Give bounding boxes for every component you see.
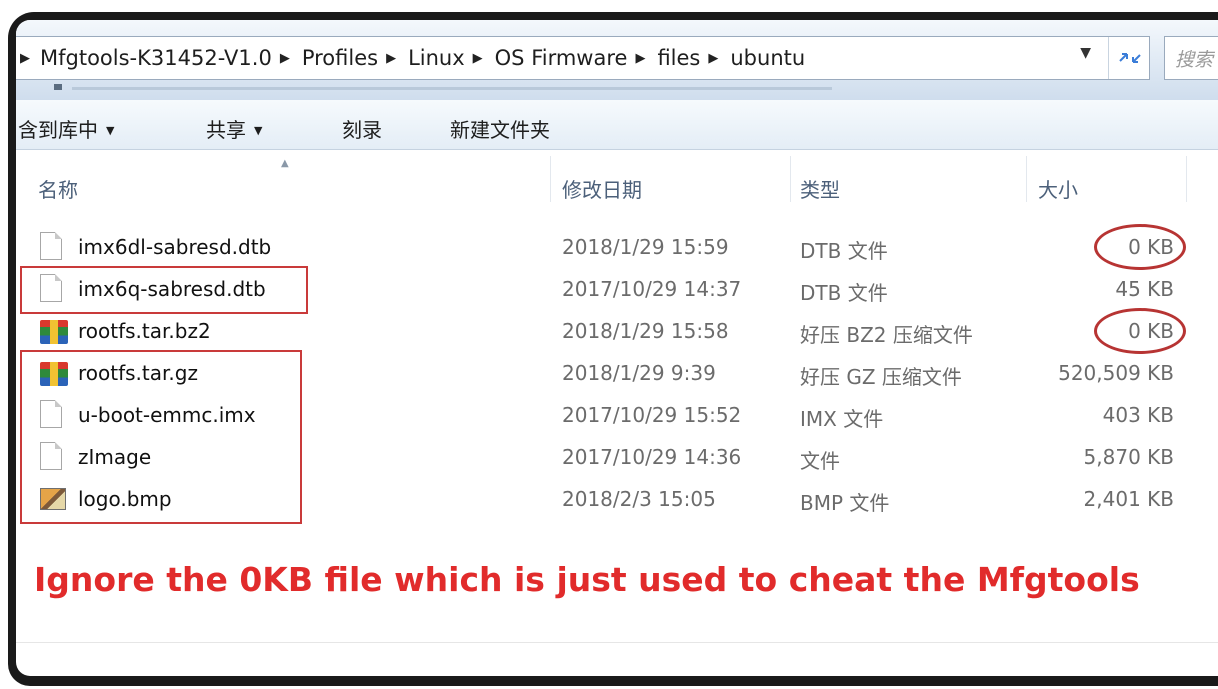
breadcrumb-item[interactable]: Mfgtools-K31452-V1.0	[40, 46, 272, 70]
file-type: 文件	[800, 449, 840, 473]
column-name[interactable]: 名称	[38, 174, 78, 203]
breadcrumb-item[interactable]: OS Firmware	[495, 46, 628, 70]
file-type: DTB 文件	[800, 281, 888, 305]
column-divider[interactable]	[550, 156, 551, 202]
address-dropdown-icon[interactable]: ▼	[1080, 45, 1091, 61]
sort-ascending-icon: ▲	[281, 158, 289, 169]
file-type: IMX 文件	[800, 407, 884, 431]
file-modified: 2018/1/29 9:39	[562, 361, 716, 385]
refresh-button[interactable]	[1108, 37, 1150, 79]
file-modified: 2017/10/29 14:36	[562, 445, 742, 469]
breadcrumb-item[interactable]: Linux	[408, 46, 465, 70]
breadcrumb-item[interactable]: Profiles	[302, 46, 378, 70]
file-modified: 2018/1/29 15:59	[562, 235, 729, 259]
file-size: 5,870 KB	[1083, 445, 1174, 469]
file-name: imx6dl-sabresd.dtb	[78, 235, 272, 259]
breadcrumb[interactable]: ▶ Mfgtools-K31452-V1.0 ▶ Profiles ▶ Linu…	[16, 36, 1150, 80]
breadcrumb-item[interactable]: files	[657, 46, 700, 70]
column-divider[interactable]	[790, 156, 791, 202]
include-in-library-label: 含到库中	[18, 118, 98, 142]
explorer-window: ▶ Mfgtools-K31452-V1.0 ▶ Profiles ▶ Linu…	[16, 20, 1218, 676]
breadcrumb-arrow-icon[interactable]: ▶	[635, 51, 645, 66]
share-label: 共享	[206, 118, 246, 142]
refresh-icon	[1118, 53, 1141, 63]
scroll-marker	[54, 84, 62, 90]
column-divider[interactable]	[1186, 156, 1187, 202]
file-modified: 2018/1/29 15:58	[562, 319, 729, 343]
file-row[interactable]: rootfs.tar.bz2 2018/1/29 15:58 好压 BZ2 压缩…	[16, 310, 1218, 352]
address-underline	[72, 87, 832, 90]
file-row[interactable]: imx6dl-sabresd.dtb 2018/1/29 15:59 DTB 文…	[16, 226, 1218, 268]
archive-icon	[40, 316, 68, 346]
file-modified: 2017/10/29 15:52	[562, 403, 742, 427]
annotation-caption: Ignore the 0KB file which is just used t…	[34, 560, 1140, 599]
file-size: 45 KB	[1115, 277, 1174, 301]
file-modified: 2017/10/29 14:37	[562, 277, 742, 301]
command-bar: 含到库中 ▼ 共享 ▼ 刻录 新建文件夹	[16, 100, 1218, 150]
file-modified: 2018/2/3 15:05	[562, 487, 716, 511]
file-type: 好压 BZ2 压缩文件	[800, 323, 973, 347]
status-divider	[16, 642, 1218, 643]
file-name: rootfs.tar.bz2	[78, 319, 211, 343]
highlight-box	[20, 266, 308, 314]
breadcrumb-arrow-icon[interactable]: ▶	[473, 51, 483, 66]
column-size[interactable]: 大小	[1038, 174, 1078, 203]
chevron-down-icon: ▼	[106, 124, 115, 137]
highlight-box	[20, 350, 302, 524]
file-type: 好压 GZ 压缩文件	[800, 365, 962, 389]
highlight-circle	[1094, 308, 1186, 354]
file-size: 2,401 KB	[1083, 487, 1174, 511]
breadcrumb-arrow-icon[interactable]: ▶	[708, 51, 718, 66]
breadcrumb-arrow-icon[interactable]: ▶	[20, 51, 30, 66]
document-icon	[40, 232, 66, 262]
file-size: 520,509 KB	[1058, 361, 1174, 385]
column-modified[interactable]: 修改日期	[562, 174, 642, 203]
share-button[interactable]: 共享 ▼	[206, 114, 262, 143]
breadcrumb-item[interactable]: ubuntu	[730, 46, 805, 70]
file-size: 403 KB	[1102, 403, 1174, 427]
column-header: ▲ 名称 修改日期 类型 大小	[16, 152, 1218, 204]
burn-button[interactable]: 刻录	[342, 114, 382, 143]
column-divider[interactable]	[1026, 156, 1027, 202]
address-bar: ▶ Mfgtools-K31452-V1.0 ▶ Profiles ▶ Linu…	[16, 20, 1218, 100]
breadcrumb-arrow-icon[interactable]: ▶	[280, 51, 290, 66]
new-folder-button[interactable]: 新建文件夹	[450, 114, 550, 143]
search-input[interactable]: 搜索	[1164, 36, 1218, 80]
file-type: DTB 文件	[800, 239, 888, 263]
highlight-circle	[1094, 224, 1186, 270]
breadcrumb-arrow-icon[interactable]: ▶	[386, 51, 396, 66]
chevron-down-icon: ▼	[254, 124, 263, 137]
column-type[interactable]: 类型	[800, 174, 840, 203]
file-type: BMP 文件	[800, 491, 890, 515]
include-in-library-button[interactable]: 含到库中 ▼	[18, 114, 114, 143]
